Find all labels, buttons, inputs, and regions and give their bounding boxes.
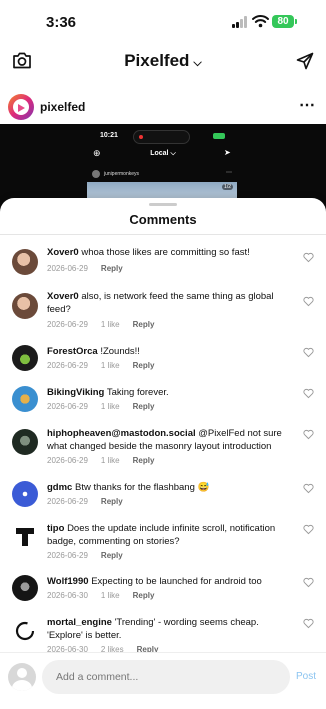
comment-date: 2026-06-29 xyxy=(47,264,88,273)
comment-text: Wolf1990 Expecting to be launched for an… xyxy=(47,576,262,587)
comment-meta: 2026-06-29 1 like Reply xyxy=(47,402,167,411)
heart-icon[interactable] xyxy=(303,618,314,629)
comment-meta: 2026-06-29 1 like Reply xyxy=(47,456,167,465)
reply-button[interactable]: Reply xyxy=(133,591,155,600)
avatar[interactable] xyxy=(12,481,38,507)
avatar[interactable] xyxy=(12,249,38,275)
reply-button[interactable]: Reply xyxy=(101,264,123,273)
avatar[interactable] xyxy=(12,524,38,550)
comment-meta: 2026-06-29 Reply xyxy=(47,497,136,506)
heart-icon[interactable] xyxy=(303,347,314,358)
cellular-signal-icon xyxy=(232,16,248,28)
reply-button[interactable]: Reply xyxy=(101,551,123,560)
comment-likes[interactable]: 1 like xyxy=(101,456,120,465)
status-time: 3:36 xyxy=(46,14,77,31)
avatar[interactable] xyxy=(12,575,38,601)
comment-input[interactable] xyxy=(42,660,290,694)
battery-indicator: 80 xyxy=(272,15,297,28)
ring-logo xyxy=(15,621,35,641)
sheet-grabber[interactable] xyxy=(149,203,177,206)
more-icon[interactable]: ⋯ xyxy=(299,95,316,115)
heart-icon[interactable] xyxy=(303,296,314,307)
comment-text: mortal_engine 'Trending' - wording seems… xyxy=(47,617,259,641)
heart-icon[interactable] xyxy=(303,524,314,535)
comment-date: 2026-06-29 xyxy=(47,361,88,370)
preview-username: junipermonkeys xyxy=(104,171,140,177)
reply-button[interactable]: Reply xyxy=(101,497,123,506)
feed-selector[interactable]: Pixelfed ⌵ xyxy=(0,51,326,71)
preview-dynamic-island xyxy=(133,130,190,144)
avatar[interactable] xyxy=(12,618,38,644)
preview-send-icon: ➤ xyxy=(224,148,231,157)
avatar[interactable] xyxy=(12,429,38,455)
comment-likes[interactable]: 1 like xyxy=(101,320,120,329)
reply-button[interactable]: Reply xyxy=(133,320,155,329)
comment-meta: 2026-06-29 Reply xyxy=(47,551,136,560)
preview-tab: Local ⌵ xyxy=(150,150,176,157)
comment-meta: 2026-06-30 1 like Reply xyxy=(47,591,167,600)
comment-author[interactable]: BikingViking xyxy=(47,387,104,398)
post-header: pixelfed ⋯ xyxy=(0,90,326,124)
comment-date: 2026-06-30 xyxy=(47,591,88,600)
comment-likes[interactable]: 1 like xyxy=(101,361,120,370)
tipo-logo xyxy=(16,528,34,546)
post-author-avatar[interactable] xyxy=(8,94,34,120)
comment-author[interactable]: ForestOrca xyxy=(47,346,98,357)
comment-text: tipo Does the update include infinite sc… xyxy=(47,523,276,547)
comment-meta: 2026-06-29 1 like Reply xyxy=(47,361,167,370)
comment-author[interactable]: Xover0 xyxy=(47,247,79,258)
comment-author[interactable]: mortal_engine xyxy=(47,617,112,628)
avatar[interactable] xyxy=(12,386,38,412)
comment-likes[interactable]: 1 like xyxy=(101,591,120,600)
comment-date: 2026-06-29 xyxy=(47,320,88,329)
comment-text: Xover0 also, is network feed the same th… xyxy=(47,291,274,315)
preview-time: 10:21 xyxy=(100,132,118,139)
reply-button[interactable]: Reply xyxy=(133,402,155,411)
post-button[interactable]: Post xyxy=(296,671,316,682)
comment-author[interactable]: Xover0 xyxy=(47,291,79,302)
reply-button[interactable]: Reply xyxy=(133,361,155,370)
comment-author[interactable]: Wolf1990 xyxy=(47,576,89,587)
heart-icon[interactable] xyxy=(303,252,314,263)
heart-icon[interactable] xyxy=(303,429,314,440)
comment-text: Xover0 whoa those likes are committing s… xyxy=(47,247,250,258)
comment-author[interactable]: tipo xyxy=(47,523,64,534)
chevron-down-icon: ⌵ xyxy=(193,57,202,69)
comment-composer: Post xyxy=(0,652,326,709)
comments-sheet: Comments Xover0 whoa those likes are com… xyxy=(0,198,326,708)
comment-meta: 2026-06-29 Reply xyxy=(47,264,136,273)
comment-text: ForestOrca !Zounds!! xyxy=(47,346,140,357)
reply-button[interactable]: Reply xyxy=(133,456,155,465)
comment-text: BikingViking Taking forever. xyxy=(47,387,169,398)
comment-date: 2026-06-29 xyxy=(47,497,88,506)
preview-badge: 1/2 xyxy=(222,184,233,190)
comment-text: hiphopheaven@mastodon.social @PixelFed n… xyxy=(47,428,282,452)
heart-icon[interactable] xyxy=(303,483,314,494)
app-title: Pixelfed xyxy=(124,51,190,70)
comment-author[interactable]: gdmc xyxy=(47,482,72,493)
preview-more-icon: ⋯ xyxy=(226,170,232,176)
comment-likes[interactable]: 1 like xyxy=(101,402,120,411)
preview-battery xyxy=(213,133,225,139)
heart-icon[interactable] xyxy=(303,577,314,588)
comment-text: gdmc Btw thanks for the flashbang 😅 xyxy=(47,482,210,493)
comment-date: 2026-06-29 xyxy=(47,551,88,560)
post-author-name[interactable]: pixelfed xyxy=(40,100,85,114)
divider xyxy=(0,234,326,235)
avatar[interactable] xyxy=(12,293,38,319)
avatar[interactable] xyxy=(12,345,38,371)
comment-date: 2026-06-29 xyxy=(47,402,88,411)
heart-icon[interactable] xyxy=(303,388,314,399)
preview-avatar xyxy=(92,170,100,178)
status-bar: 3:36 80 xyxy=(0,0,326,46)
comment-author[interactable]: hiphopheaven@mastodon.social xyxy=(47,428,196,439)
send-icon[interactable] xyxy=(296,52,314,70)
current-user-avatar xyxy=(8,663,36,691)
comment-date: 2026-06-29 xyxy=(47,456,88,465)
sheet-title: Comments xyxy=(129,212,197,227)
top-bar: Pixelfed ⌵ xyxy=(0,46,326,78)
wifi-icon xyxy=(252,15,269,28)
comment-meta: 2026-06-29 1 like Reply xyxy=(47,320,167,329)
